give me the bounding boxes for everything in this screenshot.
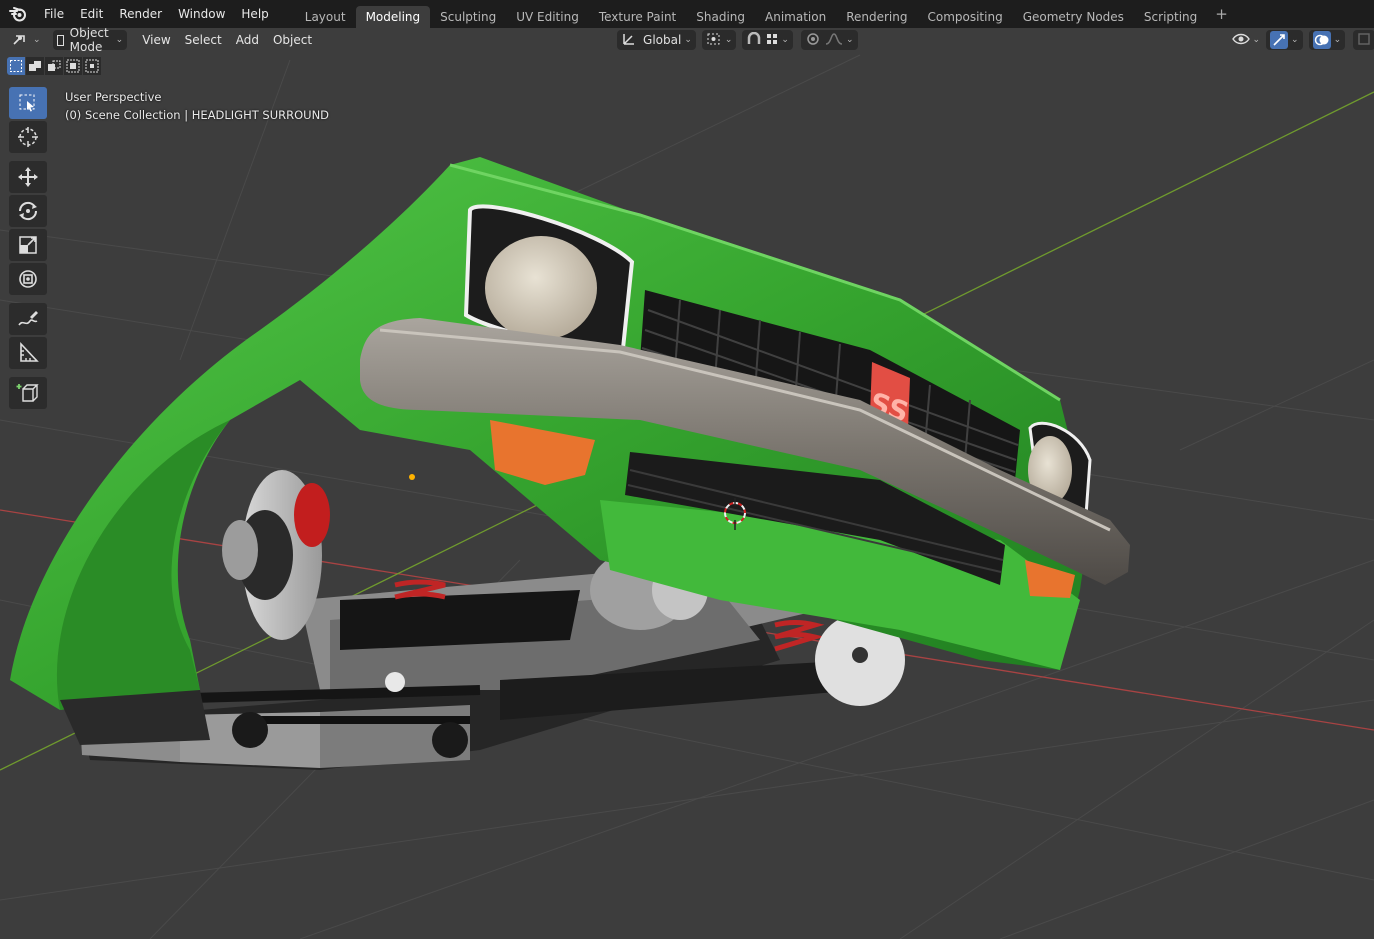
editor-type-button[interactable]: ⌄ [8,30,45,50]
menu-help[interactable]: Help [233,0,276,28]
pivot-point-dropdown[interactable]: ⌄ [701,30,737,50]
tab-compositing[interactable]: Compositing [917,6,1012,28]
magnet-icon [746,31,762,49]
rotate-icon[interactable] [9,195,47,227]
eye-icon [1231,32,1250,49]
blender-logo-icon[interactable] [0,0,36,28]
overlays-icon [1312,31,1331,49]
proportional-editing-toggle[interactable]: ⌄ [800,30,858,50]
overlays-toggle[interactable]: ⌄ [1308,30,1346,50]
chevron-down-icon: ⌄ [115,35,124,45]
chevron-down-icon: ⌄ [33,35,41,45]
view-perspective-label: User Perspective [65,90,162,104]
chevron-down-icon: ⌄ [724,35,733,45]
mode-label: Object Mode [69,26,109,54]
tab-modeling[interactable]: Modeling [355,6,431,28]
orientation-label: Global [643,33,682,47]
tab-uv-editing[interactable]: UV Editing [506,6,589,28]
visibility-dropdown[interactable]: ⌄ [1228,30,1265,50]
select-invert-icon[interactable] [64,57,82,75]
view-menu[interactable]: View [135,33,177,47]
select-new-icon[interactable] [7,57,25,75]
tab-layout[interactable]: Layout [295,6,356,28]
tab-texture-paint[interactable]: Texture Paint [589,6,686,28]
menu-render[interactable]: Render [111,0,170,28]
snap-grid-icon [766,33,778,48]
top-menu-bar: File Edit Render Window Help Layout Mode… [0,0,1374,28]
main-menu: File Edit Render Window Help [36,0,277,28]
select-extend-icon[interactable] [26,57,44,75]
orientation-icon [621,32,637,49]
pivot-icon [706,32,722,49]
object-menu[interactable]: Object [266,33,319,47]
xray-icon [1357,32,1371,49]
chevron-down-icon: ⌄ [781,35,789,45]
select-menu[interactable]: Select [178,33,229,47]
chevron-down-icon: ⌄ [1252,35,1261,45]
chevron-down-icon: ⌄ [684,35,692,45]
tab-sculpting[interactable]: Sculpting [430,6,506,28]
object-mode-icon [56,34,64,46]
select-intersect-icon[interactable] [83,57,101,75]
chevron-down-icon: ⌄ [1333,35,1342,45]
tab-scripting[interactable]: Scripting [1134,6,1207,28]
add-cube-icon[interactable] [9,377,47,409]
select-subtract-icon[interactable] [45,57,63,75]
add-menu[interactable]: Add [229,33,266,47]
menu-file[interactable]: File [36,0,72,28]
chevron-down-icon: ⌄ [845,35,854,45]
falloff-icon [825,32,843,49]
tool-shelf [9,87,47,411]
viewport-header: ⌄ Object Mode ⌄ View Select Add Object G… [0,26,1374,54]
move-icon[interactable] [9,161,47,193]
gizmo-toggle[interactable]: ⌄ [1266,30,1303,50]
menu-window[interactable]: Window [170,0,233,28]
tab-shading[interactable]: Shading [686,6,755,28]
proportional-icon [805,32,821,49]
mode-dropdown[interactable]: Object Mode ⌄ [52,26,128,54]
cursor-icon[interactable] [9,121,47,153]
snap-toggle[interactable]: ⌄ [742,30,793,50]
tab-animation[interactable]: Animation [755,6,836,28]
xray-toggle[interactable] [1353,30,1374,50]
add-workspace-icon[interactable]: + [1215,0,1228,28]
viewport-scene[interactable]: SS [0,0,1374,939]
workspace-tabs: Layout Modeling Sculpting UV Editing Tex… [295,0,1228,28]
scale-icon[interactable] [9,229,47,261]
scene-collection-label: (0) Scene Collection | HEADLIGHT SURROUN… [65,108,330,122]
measure-icon[interactable] [9,337,47,369]
chevron-down-icon: ⌄ [1291,35,1299,45]
transform-orientation-dropdown[interactable]: Global ⌄ [617,30,696,50]
3d-viewport-icon [12,32,30,49]
tab-rendering[interactable]: Rendering [836,6,917,28]
annotate-icon[interactable] [9,303,47,335]
select-box-icon[interactable] [9,87,47,119]
transform-icon[interactable] [9,263,47,295]
gizmo-icon [1270,31,1289,49]
viewport-info-overlay: User Perspective (0) Scene Collection | … [65,88,329,124]
selection-mode-buttons [7,57,102,75]
menu-edit[interactable]: Edit [72,0,111,28]
tab-geometry-nodes[interactable]: Geometry Nodes [1013,6,1134,28]
